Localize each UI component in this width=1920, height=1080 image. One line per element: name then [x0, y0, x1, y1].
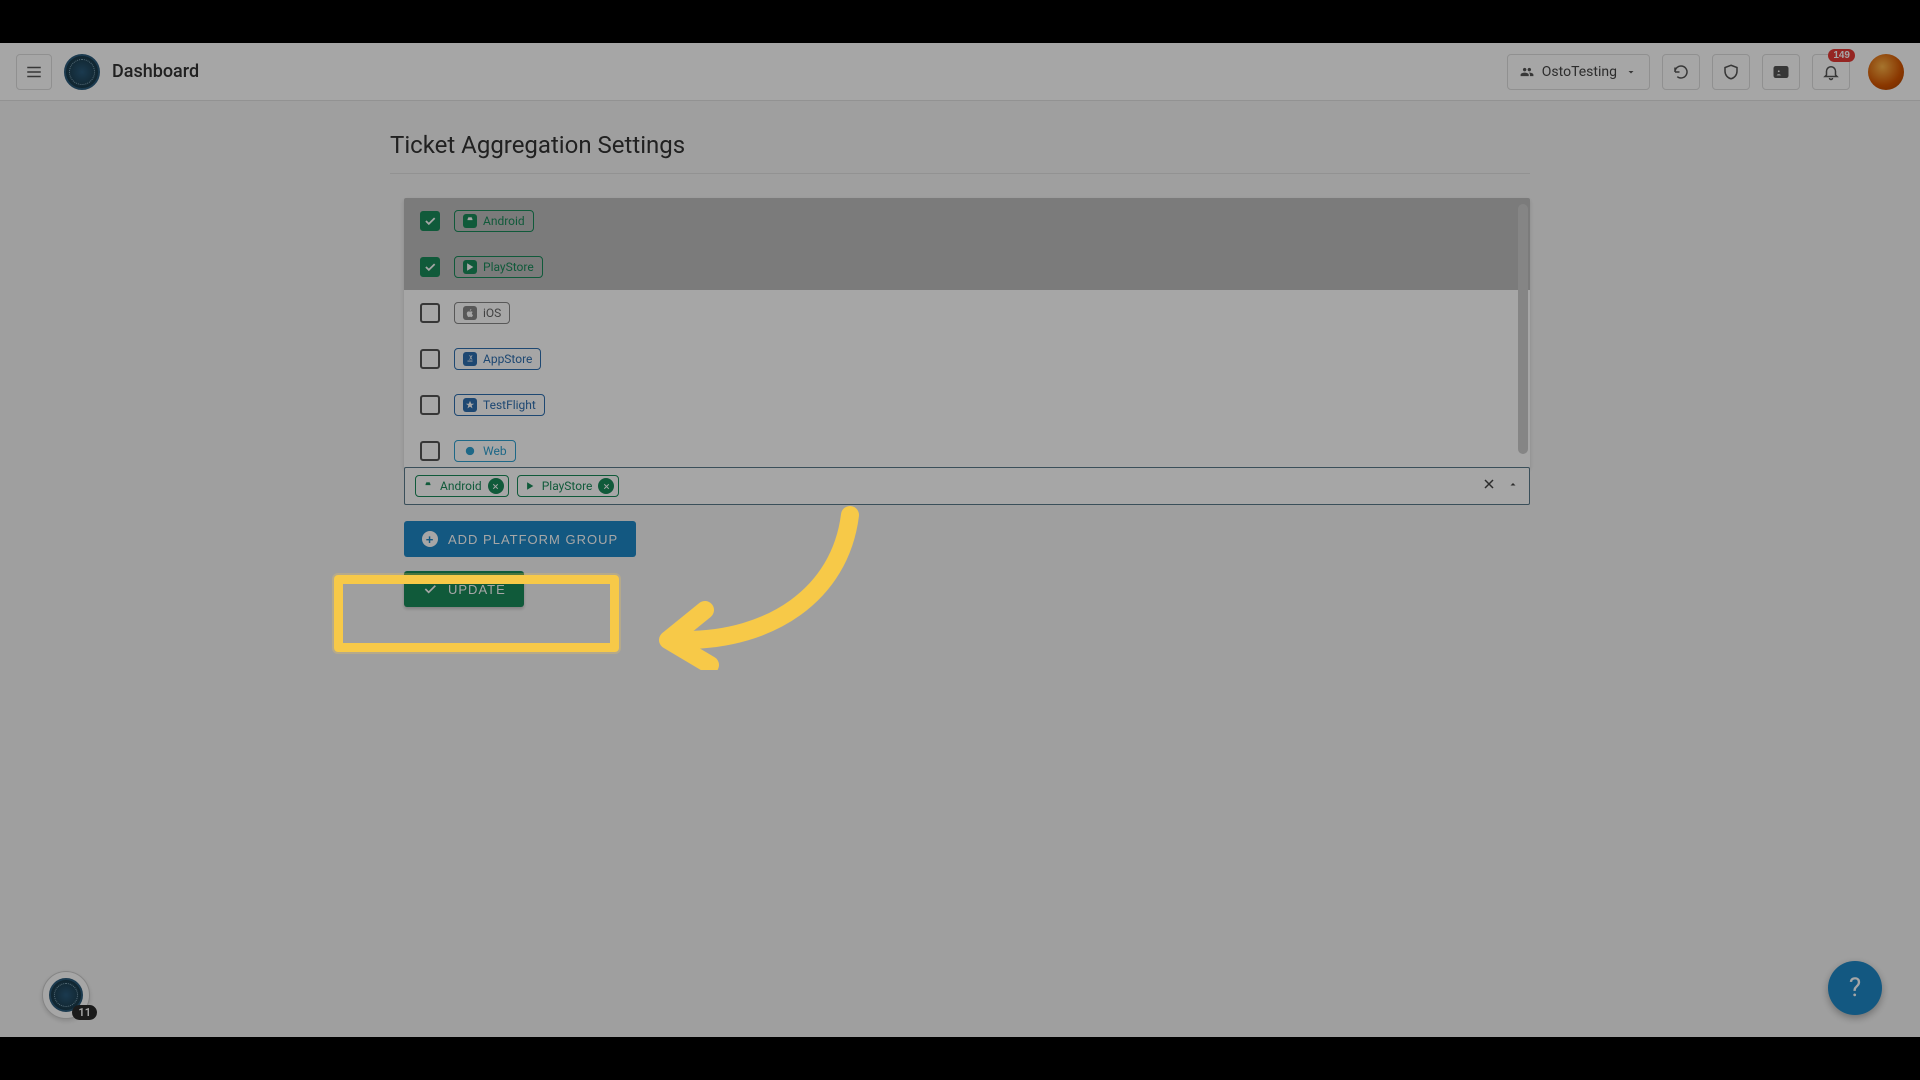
bell-icon	[1822, 63, 1840, 81]
add-platform-group-label: ADD PLATFORM GROUP	[448, 532, 618, 547]
clear-all-button[interactable]	[1481, 476, 1497, 496]
platform-chip: Web	[454, 440, 516, 462]
platform-chip-label: AppStore	[483, 352, 532, 366]
hamburger-icon	[25, 63, 43, 81]
platform-list-panel: Android PlayStore iOS AppStore TestFlight Web	[404, 198, 1530, 468]
platform-chip: AppStore	[454, 348, 541, 370]
platform-chip-label: iOS	[483, 306, 501, 320]
page-title: Dashboard	[112, 61, 199, 82]
help-icon: ?	[1849, 973, 1861, 1003]
main-content: Ticket Aggregation Settings Android PlayS…	[330, 101, 1590, 637]
play-icon	[524, 480, 536, 492]
play-icon	[463, 260, 477, 274]
update-label: UPDATE	[448, 582, 506, 597]
platform-checkbox[interactable]	[420, 441, 440, 461]
testflight-icon	[463, 398, 477, 412]
letterbox-bottom	[0, 1037, 1920, 1080]
platform-chip: Android	[454, 210, 534, 232]
platform-chip: PlayStore	[454, 256, 543, 278]
shield-icon	[1722, 63, 1740, 81]
refresh-icon	[1672, 63, 1690, 81]
workspace-dropdown[interactable]: OstoTesting	[1507, 54, 1650, 90]
platform-combobox[interactable]: Android PlayStore	[404, 467, 1530, 505]
close-icon	[1481, 476, 1497, 492]
remove-tag-button[interactable]	[488, 478, 504, 494]
platform-chip-label: Android	[483, 214, 525, 228]
contact-card-icon	[1772, 63, 1790, 81]
add-platform-group-button[interactable]: ADD PLATFORM GROUP	[404, 521, 636, 557]
appstore-icon	[463, 352, 477, 366]
app-header: Dashboard OstoTesting 149	[0, 43, 1920, 101]
selected-tag-label: PlayStore	[542, 479, 593, 493]
platform-chip-label: Web	[483, 444, 507, 458]
shield-button[interactable]	[1712, 54, 1750, 90]
refresh-button[interactable]	[1662, 54, 1700, 90]
check-icon	[422, 581, 438, 597]
caret-up-icon	[1507, 476, 1519, 492]
platform-chip-label: PlayStore	[483, 260, 534, 274]
platform-list[interactable]: Android PlayStore iOS AppStore TestFlight Web	[404, 198, 1530, 468]
apple-icon	[463, 306, 477, 320]
update-button[interactable]: UPDATE	[404, 571, 524, 607]
platform-checkbox[interactable]	[420, 349, 440, 369]
app-logo	[64, 54, 100, 90]
android-icon	[463, 214, 477, 228]
help-fab[interactable]: ?	[1828, 961, 1882, 1015]
user-avatar[interactable]	[1868, 54, 1904, 90]
notification-count-badge: 149	[1828, 49, 1855, 62]
notifications-button[interactable]: 149	[1812, 54, 1850, 90]
chat-fab[interactable]: 11	[42, 971, 90, 1019]
platform-checkbox[interactable]	[420, 211, 440, 231]
platform-checkbox[interactable]	[420, 257, 440, 277]
platform-row[interactable]: iOS	[404, 290, 1530, 336]
contact-button[interactable]	[1762, 54, 1800, 90]
platform-chip-label: TestFlight	[483, 398, 536, 412]
remove-tag-button[interactable]	[598, 478, 614, 494]
letterbox-top	[0, 0, 1920, 43]
plus-circle-icon	[422, 531, 438, 547]
platform-checkbox[interactable]	[420, 303, 440, 323]
platform-chip: iOS	[454, 302, 510, 324]
android-icon	[422, 480, 434, 492]
platform-checkbox[interactable]	[420, 395, 440, 415]
group-icon	[1520, 65, 1534, 79]
platform-row[interactable]: TestFlight	[404, 382, 1530, 428]
web-icon	[463, 444, 477, 458]
platform-chip: TestFlight	[454, 394, 545, 416]
app-frame: Dashboard OstoTesting 149 Ticket Aggrega…	[0, 43, 1920, 1037]
chat-unread-badge: 11	[72, 1005, 97, 1020]
workspace-name: OstoTesting	[1542, 64, 1617, 80]
selected-tag: PlayStore	[517, 475, 620, 497]
chevron-down-icon	[1625, 66, 1637, 78]
dropdown-toggle[interactable]	[1507, 476, 1519, 496]
platform-row[interactable]: PlayStore	[404, 244, 1530, 290]
selected-tag-label: Android	[440, 479, 482, 493]
scrollbar[interactable]	[1518, 204, 1528, 454]
hamburger-menu-button[interactable]	[16, 54, 52, 90]
selected-tag: Android	[415, 475, 509, 497]
platform-row[interactable]: Web	[404, 428, 1530, 468]
section-title: Ticket Aggregation Settings	[390, 131, 1530, 174]
platform-row[interactable]: Android	[404, 198, 1530, 244]
platform-row[interactable]: AppStore	[404, 336, 1530, 382]
